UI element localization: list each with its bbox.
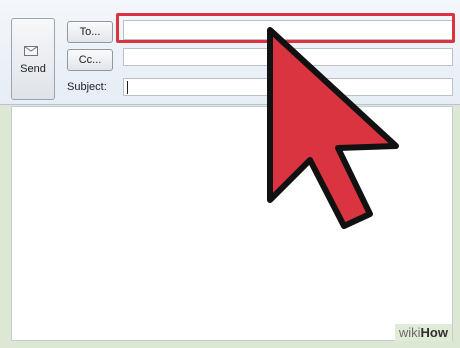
wikihow-watermark: wikiHow [394,324,452,341]
to-button[interactable]: To... [67,21,113,43]
watermark-wiki: wiki [398,325,421,340]
cc-button[interactable]: Cc... [67,49,113,71]
send-button[interactable]: Send [11,18,55,100]
watermark-how: How [420,325,448,340]
subject-label: Subject: [67,81,107,93]
arrow-cursor-icon [267,27,399,229]
envelope-icon [24,46,38,56]
email-compose-window: Send To... Cc... Subject: wikiHow [0,0,460,348]
send-label: Send [20,63,46,75]
text-caret [127,81,128,94]
